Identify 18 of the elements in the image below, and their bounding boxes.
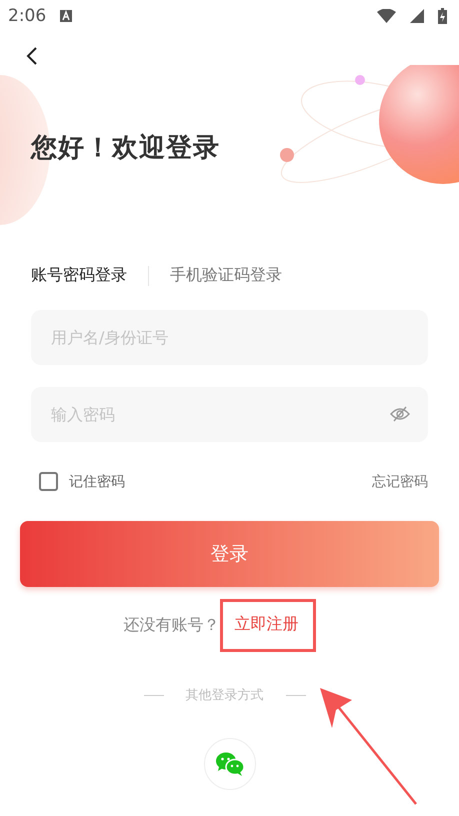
register-link[interactable]: 立即注册 <box>220 599 316 652</box>
wechat-icon <box>214 751 244 777</box>
signal-icon <box>410 9 424 23</box>
other-login-label: 其他登录方式 <box>186 687 264 704</box>
login-tab[interactable]: 手机验证码登录 <box>170 265 282 286</box>
register-prompt: 还没有账号？ <box>124 615 220 636</box>
remember-checkbox[interactable] <box>39 472 58 491</box>
battery-icon <box>438 8 447 24</box>
login-button[interactable]: 登录 <box>20 521 439 587</box>
remember-label: 记住密码 <box>69 472 125 490</box>
login-tab[interactable]: 账号密码登录 <box>31 265 127 286</box>
eye-off-icon[interactable] <box>390 406 410 422</box>
keyboard-notification-icon <box>60 10 72 22</box>
welcome-title: 您好！欢迎登录 <box>31 132 221 165</box>
wifi-icon <box>377 9 396 23</box>
forgot-password-link[interactable]: 忘记密码 <box>372 472 428 490</box>
status-time: 2:06 <box>8 6 46 26</box>
wechat-login-button[interactable] <box>204 738 256 790</box>
